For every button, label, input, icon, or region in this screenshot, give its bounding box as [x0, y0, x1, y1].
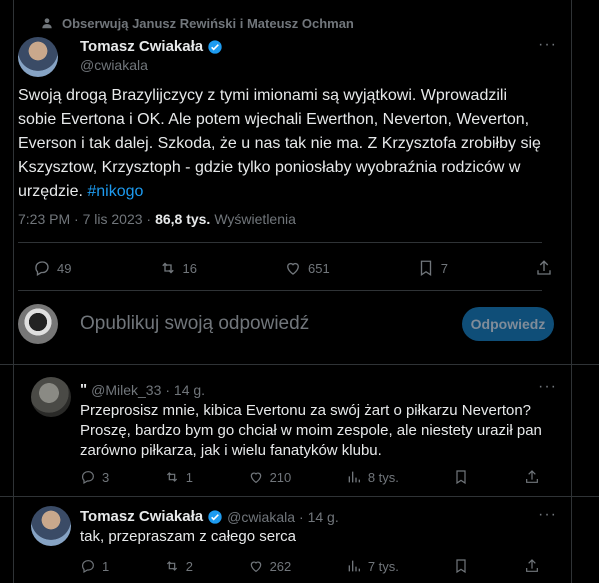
- bookmark-count: 7: [440, 260, 448, 276]
- tweet-actions: 49 16 651 7: [33, 259, 553, 277]
- views-button[interactable]: 7 tys.: [346, 558, 399, 574]
- tweet-text: Swoją drogą Brazylijczycy z tymi imionam…: [18, 84, 548, 204]
- more-options-icon[interactable]: ···: [538, 506, 557, 524]
- reply-icon: [82, 560, 94, 574]
- reply-count: 49: [57, 260, 72, 276]
- share-button[interactable]: [535, 259, 553, 277]
- social-context-text: Obserwują Janusz Rewiński i Mateusz Ochm…: [62, 15, 354, 31]
- repost-icon: [161, 262, 174, 274]
- share-icon: [537, 260, 551, 275]
- reply-button[interactable]: 49: [33, 259, 71, 277]
- reply-avatar[interactable]: [31, 377, 71, 417]
- reply-count: 3: [102, 469, 110, 485]
- divider: [0, 496, 599, 497]
- author-name-row: Tomasz Cwiakała: [80, 38, 223, 55]
- reply-timestamp[interactable]: · 14 g.: [165, 382, 205, 398]
- verified-badge-icon: [208, 509, 222, 524]
- views-button[interactable]: 8 tys.: [346, 469, 399, 485]
- heart-icon: [250, 472, 261, 484]
- share-icon: [526, 470, 538, 483]
- hashtag-link[interactable]: #nikogo: [87, 183, 143, 200]
- verified-badge-icon: [208, 39, 222, 54]
- reply-author-name[interactable]: Tomasz Cwiakała: [80, 508, 203, 525]
- reply-header: Tomasz Cwiakała @cwiakala · 14 g.: [80, 508, 339, 525]
- reply-avatar[interactable]: [31, 506, 71, 546]
- repost-count: 1: [185, 469, 194, 485]
- reply-count: 1: [102, 558, 110, 574]
- views-label: Wyświetlenia: [214, 211, 296, 227]
- more-options-icon[interactable]: ···: [538, 378, 557, 396]
- like-count: 651: [308, 260, 330, 276]
- share-button[interactable]: [524, 558, 540, 574]
- reply-icon: [82, 471, 94, 485]
- repost-count: 16: [182, 260, 197, 276]
- reply-header: " @Milek_33 · 14 g.: [80, 381, 205, 398]
- share-icon: [526, 559, 538, 572]
- view-count: 86,8 tys.: [155, 211, 211, 227]
- reply-text: Przeprosisz mnie, kibica Evertonu za swó…: [80, 402, 542, 459]
- reply-button[interactable]: 1: [80, 558, 109, 574]
- like-count: 262: [269, 558, 292, 574]
- heart-icon: [287, 262, 299, 275]
- divider: [0, 364, 599, 365]
- reply-submit-button[interactable]: Odpowiedz: [462, 307, 554, 341]
- like-count: 210: [269, 469, 292, 485]
- bookmark-button[interactable]: [453, 558, 469, 574]
- more-options-icon[interactable]: ···: [538, 36, 557, 54]
- reply-button[interactable]: 3: [80, 469, 109, 485]
- repost-icon: [166, 472, 177, 482]
- repost-icon: [166, 561, 177, 571]
- bookmark-icon: [456, 559, 467, 574]
- reply-actions: 1 2 262 7 tys.: [80, 558, 540, 574]
- bookmark-icon: [456, 470, 467, 485]
- divider: [18, 242, 542, 243]
- share-button[interactable]: [524, 469, 540, 485]
- like-button[interactable]: 210: [248, 469, 292, 485]
- view-count: 8 tys.: [367, 469, 399, 485]
- reply-author-name[interactable]: ": [80, 381, 87, 398]
- reply-actions: 3 1 210 8 tys.: [80, 469, 540, 485]
- author-name[interactable]: Tomasz Cwiakała: [80, 38, 203, 55]
- divider: [18, 290, 542, 291]
- analytics-icon: [348, 471, 360, 483]
- like-button[interactable]: 651: [284, 259, 330, 277]
- like-button[interactable]: 262: [248, 558, 292, 574]
- author-avatar[interactable]: [18, 37, 58, 77]
- reply-input[interactable]: Opublikuj swoją odpowiedź: [80, 313, 309, 335]
- current-user-avatar[interactable]: [18, 304, 58, 344]
- social-context: Obserwują Janusz Rewiński i Mateusz Ochm…: [40, 14, 354, 32]
- tweet-meta: 7:23 PM · 7 lis 2023 · 86,8 tys. Wyświet…: [18, 211, 296, 227]
- repost-count: 2: [185, 558, 194, 574]
- reply-icon: [35, 261, 49, 276]
- bookmark-button[interactable]: [453, 469, 469, 485]
- reply-composer: Opublikuj swoją odpowiedź Odpowiedz: [18, 304, 558, 348]
- reply-author-handle[interactable]: @Milek_33: [91, 382, 161, 398]
- analytics-icon: [348, 560, 360, 572]
- author-handle[interactable]: @cwiakala: [80, 57, 148, 73]
- reply-text: tak, przepraszam z całego serca: [80, 528, 296, 545]
- heart-icon: [250, 561, 261, 573]
- reply-timestamp[interactable]: · 14 g.: [299, 509, 339, 525]
- tweet-timestamp[interactable]: 7:23 PM · 7 lis 2023 ·: [18, 211, 151, 227]
- person-icon: [42, 18, 52, 29]
- repost-button[interactable]: 1: [164, 469, 193, 485]
- repost-button[interactable]: 16: [159, 259, 197, 277]
- view-count: 7 tys.: [367, 558, 399, 574]
- repost-button[interactable]: 2: [164, 558, 193, 574]
- reply-author-handle[interactable]: @cwiakala: [227, 509, 295, 525]
- bookmark-button[interactable]: 7: [417, 259, 448, 277]
- bookmark-icon: [420, 260, 431, 277]
